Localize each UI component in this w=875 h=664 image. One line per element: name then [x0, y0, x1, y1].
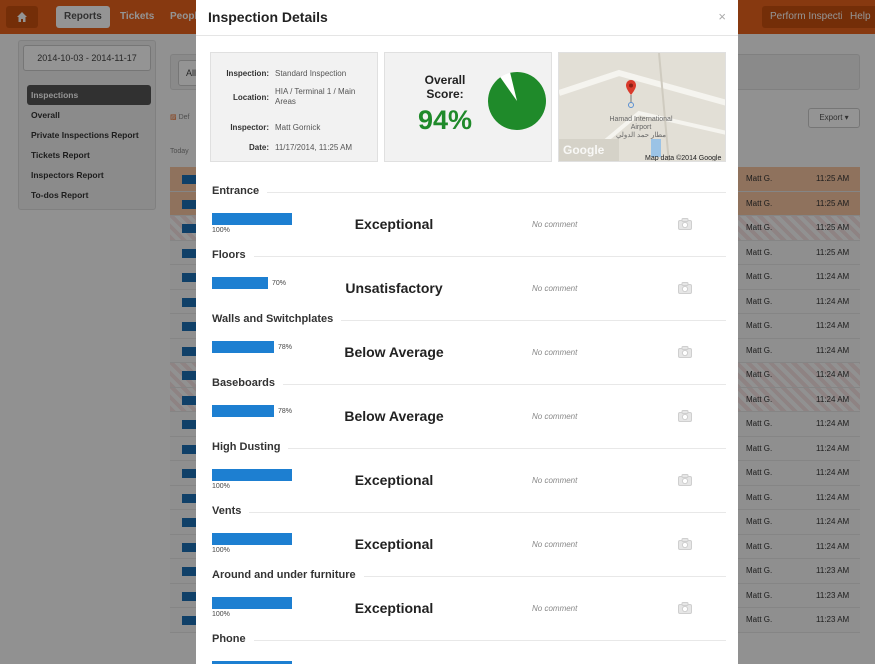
- map-credit: Map data ©2014 Google: [645, 155, 722, 162]
- camera-icon[interactable]: [678, 410, 692, 422]
- inspection-section: Around and under furniture 100% Exceptiona…: [210, 564, 726, 628]
- score-bar-fill: [212, 597, 292, 609]
- inspection-label: Inspection:: [226, 69, 269, 78]
- map-place-name-ar: مطار حمد الدولي: [615, 132, 667, 139]
- camera-icon[interactable]: [678, 346, 692, 358]
- score-percent: 100%: [212, 483, 230, 490]
- score-bar-fill: [212, 213, 292, 225]
- comment-text: No comment: [532, 284, 578, 293]
- section-divider: [288, 448, 726, 449]
- score-pie-slice: [487, 71, 546, 130]
- score-bar: [212, 213, 292, 225]
- section-divider: [249, 512, 726, 513]
- rating-label: Unsatisfactory: [345, 280, 443, 296]
- score-bar-fill: [212, 469, 292, 481]
- section-divider: [364, 576, 726, 577]
- score-bar: [212, 469, 292, 481]
- section-title: Around and under furniture: [212, 569, 356, 581]
- camera-icon[interactable]: [678, 218, 692, 230]
- inspection-section: Phone: [210, 628, 726, 664]
- overall-score-card: Overall Score: 94%: [384, 52, 552, 162]
- score-bar-fill: [212, 277, 268, 289]
- map-place-label: Hamad International Airport مطار حمد الد…: [601, 116, 681, 140]
- score-percent: 100%: [212, 547, 230, 554]
- section-title: Floors: [212, 249, 246, 261]
- score-percent: 78%: [278, 344, 293, 351]
- section-title: Baseboards: [212, 377, 275, 389]
- inspection-details-modal: Inspection Details × Inspection: Standar…: [196, 0, 738, 664]
- close-icon[interactable]: ×: [718, 9, 726, 24]
- date-value: 11/17/2014, 11:25 AM: [275, 143, 353, 152]
- location-map[interactable]: Hamad International Airport مطار حمد الد…: [558, 52, 726, 162]
- comment-text: No comment: [532, 412, 578, 421]
- score-bar-fill: [212, 341, 274, 353]
- score-percent: 100%: [212, 227, 230, 234]
- inspection-sections-list: Entrance 100% Exceptional No comment Floors 7…: [210, 180, 726, 664]
- camera-icon[interactable]: [678, 602, 692, 614]
- score-pie-chart: [487, 71, 546, 130]
- comment-text: No comment: [532, 220, 578, 229]
- section-title: Phone: [212, 633, 246, 645]
- google-logo: Google: [563, 143, 605, 157]
- section-divider: [254, 640, 726, 641]
- rating-label: Below Average: [344, 408, 444, 424]
- overall-score-label: Overall Score:: [424, 73, 466, 101]
- rating-label: Exceptional: [354, 472, 434, 488]
- camera-icon[interactable]: [678, 538, 692, 550]
- comment-text: No comment: [532, 604, 578, 613]
- inspection-section: Floors 70% Unsatisfactory No comment: [210, 244, 726, 308]
- score-bar: [212, 533, 292, 545]
- date-label: Date:: [248, 143, 269, 152]
- modal-title: Inspection Details: [208, 9, 328, 25]
- inspector-label: Inspector:: [230, 123, 269, 132]
- score-percent: 78%: [278, 408, 293, 415]
- map-pin-icon: [626, 80, 636, 108]
- overall-score-value: 94%: [417, 105, 473, 135]
- comment-text: No comment: [532, 540, 578, 549]
- inspector-value: Matt Gornick: [275, 123, 321, 132]
- score-bar-fill: [212, 533, 292, 545]
- inspection-section: High Dusting 100% Exceptional No comment: [210, 436, 726, 500]
- section-title: Entrance: [212, 185, 260, 197]
- map-place-name: Hamad International Airport: [609, 116, 673, 131]
- location-label: Location:: [233, 93, 269, 102]
- rating-label: Exceptional: [354, 216, 434, 232]
- section-divider: [341, 320, 726, 321]
- rating-label: Exceptional: [354, 536, 434, 552]
- inspection-section: Vents 100% Exceptional No comment: [210, 500, 726, 564]
- section-divider: [254, 256, 726, 257]
- comment-text: No comment: [532, 348, 578, 357]
- camera-icon[interactable]: [678, 474, 692, 486]
- modal-header: Inspection Details ×: [196, 0, 738, 36]
- section-title: High Dusting: [212, 441, 281, 453]
- inspection-value: Standard Inspection: [275, 69, 347, 78]
- inspection-info-card: Inspection: Standard Inspection Location…: [210, 52, 378, 162]
- inspection-section: Entrance 100% Exceptional No comment: [210, 180, 726, 244]
- section-title: Vents: [212, 505, 242, 517]
- score-percent: 100%: [212, 611, 230, 618]
- score-percent: 70%: [272, 280, 287, 287]
- camera-icon[interactable]: [678, 282, 692, 294]
- section-divider: [267, 192, 726, 193]
- location-value: HIA / Terminal 1 / Main Areas: [275, 87, 356, 106]
- inspection-section: Baseboards 78% Below Average No comment: [210, 372, 726, 436]
- rating-label: Exceptional: [354, 600, 434, 616]
- section-title: Walls and Switchplates: [212, 313, 334, 325]
- score-bar: [212, 597, 292, 609]
- rating-label: Below Average: [344, 344, 444, 360]
- comment-text: No comment: [532, 476, 578, 485]
- section-divider: [283, 384, 726, 385]
- score-bar-fill: [212, 405, 274, 417]
- inspection-section: Walls and Switchplates 78% Below Average No…: [210, 308, 726, 372]
